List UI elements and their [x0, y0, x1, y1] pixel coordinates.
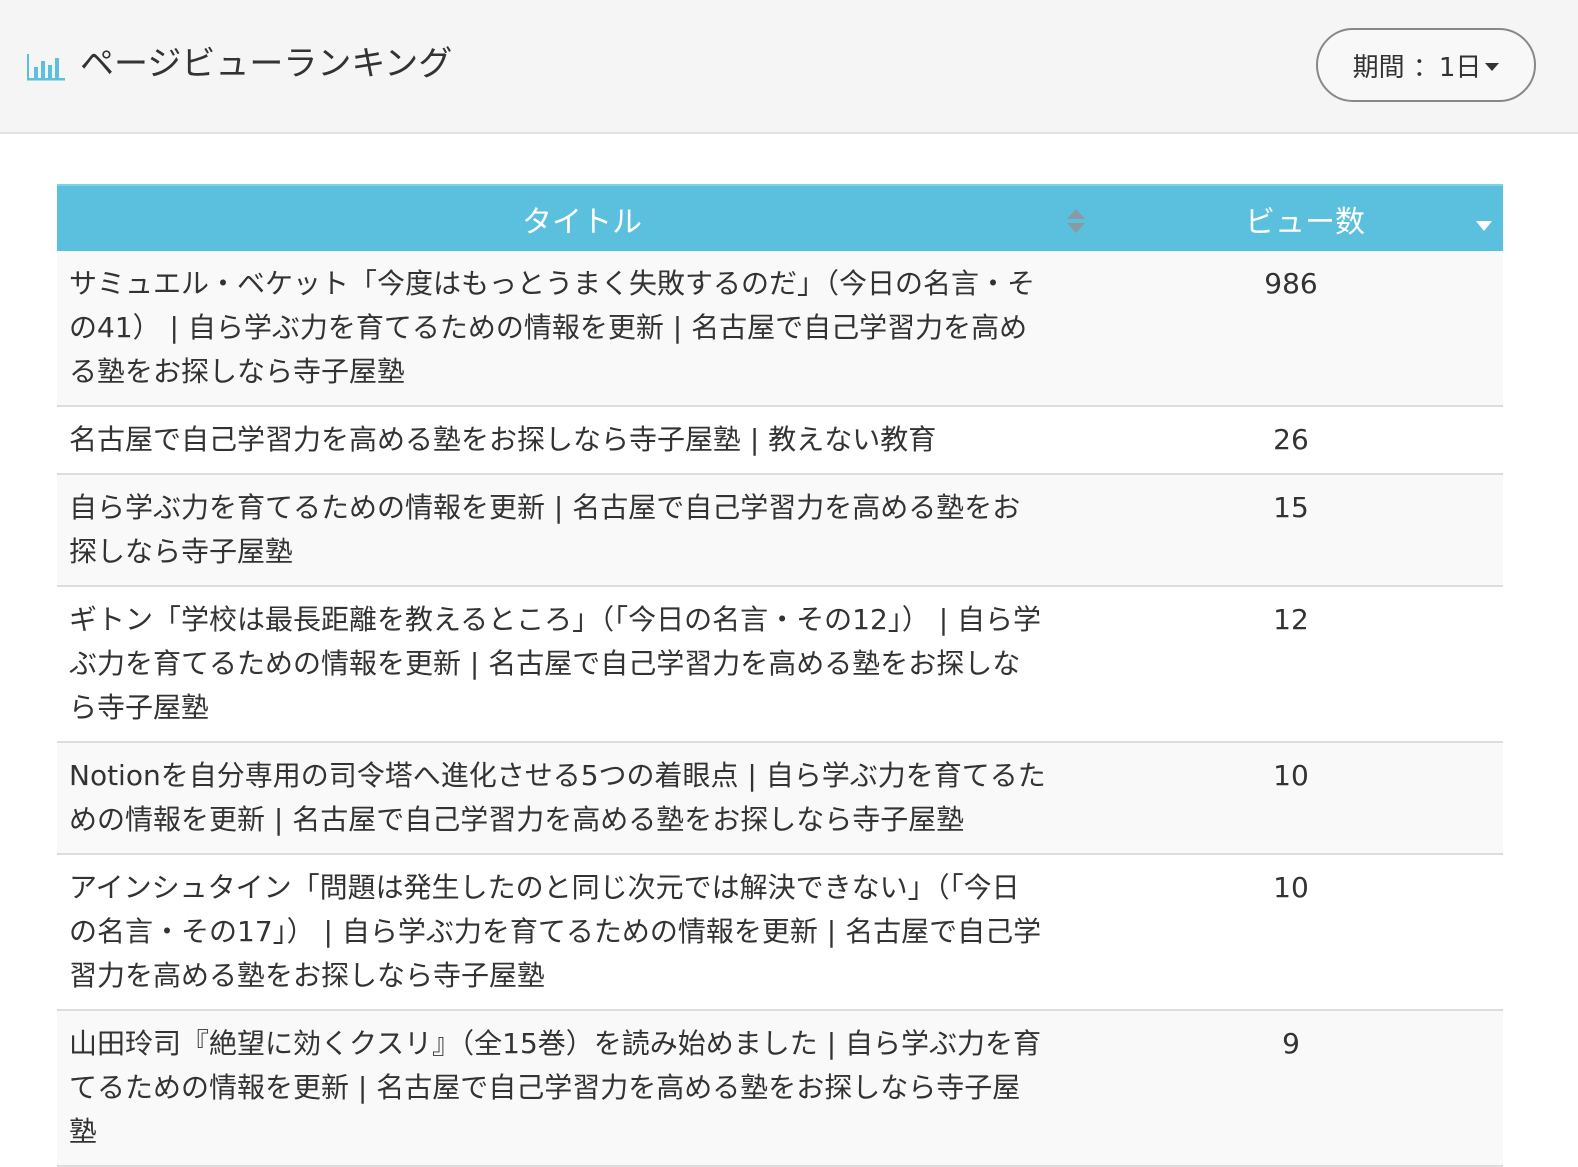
page-title-link[interactable]: アインシュタイン「問題は発生したのと同じ次元では解決できない」（「今日の名言・そ… [69, 871, 1041, 992]
cell-title: アインシュタイン「問題は発生したのと同じ次元では解決できない」（「今日の名言・そ… [57, 854, 1107, 1011]
cell-views: 10 [1107, 854, 1503, 1011]
cell-views: 9 [1107, 1010, 1503, 1167]
table-row: Notionを自分専用の司令塔へ進化させる5つの着眼点 | 自ら学ぶ力を育てるた… [57, 742, 1503, 855]
bar-chart-icon [27, 54, 65, 81]
table-header-row: タイトル ビュー数 [57, 184, 1503, 251]
cell-title: 名古屋で自己学習力を高める塾をお探しなら寺子屋塾 | 教えない教育 [57, 406, 1107, 475]
table-body: サミュエル・ベケット「今度はもっとうまく失敗するのだ」（今日の名言・その41） … [57, 251, 1503, 1167]
page-title-link[interactable]: 名古屋で自己学習力を高める塾をお探しなら寺子屋塾 | 教えない教育 [69, 423, 936, 456]
table-row: アインシュタイン「問題は発生したのと同じ次元では解決できない」（「今日の名言・そ… [57, 854, 1503, 1011]
caret-down-icon [1485, 63, 1500, 71]
ranking-table: タイトル ビュー数 サミュエル・ベケット「今度はもっとうまく失敗するのだ」（今日… [57, 184, 1503, 1167]
cell-title: 自ら学ぶ力を育てるための情報を更新 | 名古屋で自己学習力を高める塾をお探しなら… [57, 474, 1107, 587]
cell-views: 26 [1107, 406, 1503, 475]
page-title-link[interactable]: サミュエル・ベケット「今度はもっとうまく失敗するのだ」（今日の名言・その41） … [69, 267, 1035, 388]
table-row: 名古屋で自己学習力を高める塾をお探しなら寺子屋塾 | 教えない教育 26 [57, 406, 1503, 475]
cell-views: 12 [1107, 586, 1503, 743]
panel-header: ページビューランキング 期間 ：1日 [0, 0, 1578, 134]
period-dropdown-button[interactable]: 期間 ：1日 [1316, 28, 1536, 102]
sort-desc-icon[interactable] [1475, 220, 1493, 232]
table-row: サミュエル・ベケット「今度はもっとうまく失敗するのだ」（今日の名言・その41） … [57, 251, 1503, 407]
page-title-link[interactable]: 自ら学ぶ力を育てるための情報を更新 | 名古屋で自己学習力を高める塾をお探しなら… [69, 491, 1020, 568]
period-label: 期間 ：1日 [1352, 52, 1482, 83]
sort-both-icon[interactable] [1065, 206, 1087, 236]
table-row: ギトン「学校は最長距離を教えるところ」（「今日の名言・その12」） | 自ら学ぶ… [57, 586, 1503, 743]
column-header-views-label: ビュー数 [1245, 204, 1365, 240]
cell-views: 986 [1107, 251, 1503, 407]
page-title-link[interactable]: ギトン「学校は最長距離を教えるところ」（「今日の名言・その12」） | 自ら学ぶ… [69, 603, 1041, 724]
cell-title: 山田玲司『絶望に効くクスリ』（全15巻）を読み始めました | 自ら学ぶ力を育てる… [57, 1010, 1107, 1167]
column-header-title-label: タイトル [522, 204, 642, 240]
cell-views: 10 [1107, 742, 1503, 855]
cell-title: サミュエル・ベケット「今度はもっとうまく失敗するのだ」（今日の名言・その41） … [57, 251, 1107, 407]
page-title: ページビューランキング [80, 44, 453, 84]
page-title-link[interactable]: 山田玲司『絶望に効くクスリ』（全15巻）を読み始めました | 自ら学ぶ力を育てる… [69, 1027, 1041, 1148]
cell-views: 15 [1107, 474, 1503, 587]
cell-title: Notionを自分専用の司令塔へ進化させる5つの着眼点 | 自ら学ぶ力を育てるた… [57, 742, 1107, 855]
cell-title: ギトン「学校は最長距離を教えるところ」（「今日の名言・その12」） | 自ら学ぶ… [57, 586, 1107, 743]
column-header-title[interactable]: タイトル [57, 184, 1107, 251]
table-row: 自ら学ぶ力を育てるための情報を更新 | 名古屋で自己学習力を高める塾をお探しなら… [57, 474, 1503, 587]
column-header-views[interactable]: ビュー数 [1107, 184, 1503, 251]
page-title-link[interactable]: Notionを自分専用の司令塔へ進化させる5つの着眼点 | 自ら学ぶ力を育てるた… [69, 759, 1046, 836]
ranking-table-container: タイトル ビュー数 サミュエル・ベケット「今度はもっとうまく失敗するのだ」（今日… [57, 184, 1503, 1167]
table-row: 山田玲司『絶望に効くクスリ』（全15巻）を読み始めました | 自ら学ぶ力を育てる… [57, 1010, 1503, 1167]
